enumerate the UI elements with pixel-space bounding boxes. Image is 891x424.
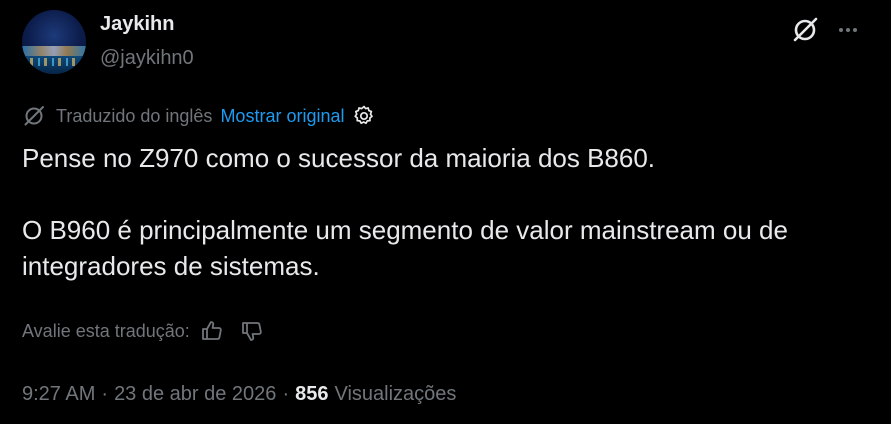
tweet-date[interactable]: 23 de abr de 2026: [114, 383, 276, 406]
avatar-reflections: [30, 58, 78, 66]
tweet-text: Pense no Z970 como o sucessor da maioria…: [22, 140, 872, 284]
views-count[interactable]: 856: [295, 383, 328, 406]
show-original-link[interactable]: Mostrar original: [220, 106, 344, 127]
author-handle[interactable]: @jaykihn0: [100, 47, 194, 70]
more-horizontal-icon: [839, 28, 857, 32]
translated-label: Traduzido do inglês: [56, 105, 213, 126]
thumbs-up-icon[interactable]: [200, 319, 224, 343]
tweet-paragraph-2: O B960 é principalmente um segmento de v…: [22, 215, 788, 281]
tweet-header: Jaykihn @jaykihn0: [20, 8, 871, 76]
meta-separator: ·: [282, 382, 290, 405]
thumbs-down-icon[interactable]: [240, 319, 264, 343]
author-name[interactable]: Jaykihn: [100, 13, 174, 36]
rate-prompt: Avalie esta tradução:: [22, 320, 190, 341]
avatar[interactable]: [22, 10, 86, 74]
translation-bar: Traduzido do inglês Mostrar original: [22, 103, 376, 129]
grok-button[interactable]: [787, 12, 823, 48]
grok-slash-icon: [793, 17, 818, 42]
meta-separator: ·: [101, 382, 109, 405]
translate-slash-icon: [24, 106, 44, 126]
rate-translation: Avalie esta tradução:: [22, 318, 264, 344]
tweet-paragraph-1: Pense no Z970 como o sucessor da maioria…: [22, 143, 656, 173]
tweet-time[interactable]: 9:27 AM: [22, 383, 95, 406]
gear-icon[interactable]: [352, 104, 376, 128]
tweet-meta: 9:27 AM · 23 de abr de 2026 · 856 Visual…: [22, 380, 456, 408]
avatar-city-lights: [22, 46, 86, 56]
views-label[interactable]: Visualizações: [334, 383, 456, 406]
more-options-button[interactable]: [830, 12, 866, 48]
